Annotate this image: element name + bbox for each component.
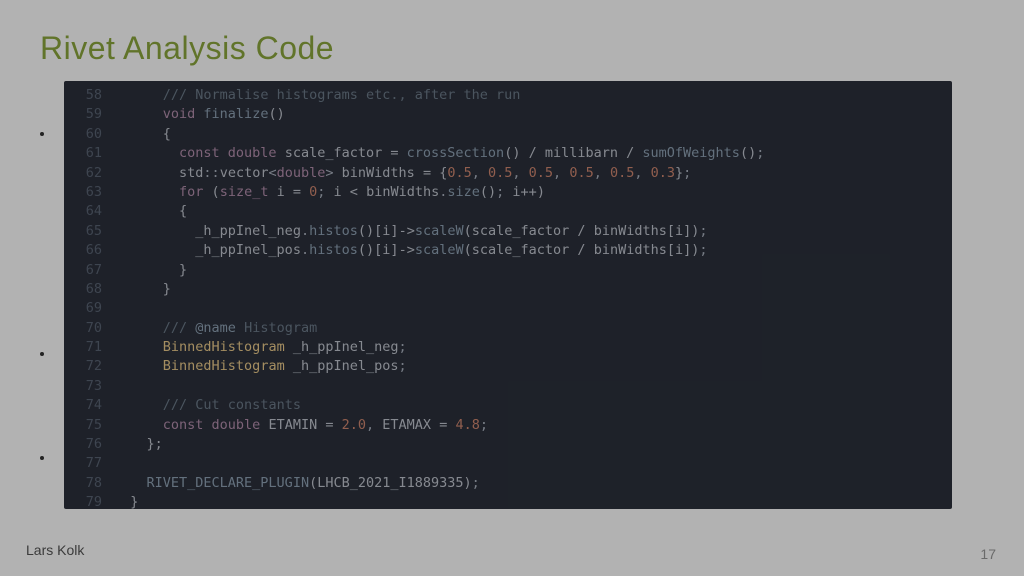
code-line: } xyxy=(114,280,764,299)
code-line: /// @name Histogram xyxy=(114,319,764,338)
code-line: std::vector<double> binWidths = {0.5, 0.… xyxy=(114,164,764,183)
bullet-dot xyxy=(40,132,44,136)
code-block: 5859606162636465666768697071727374757677… xyxy=(64,81,952,509)
footer-page-number: 17 xyxy=(980,546,996,562)
code-line: { xyxy=(114,125,764,144)
line-number: 75 xyxy=(64,416,102,435)
footer-author: Lars Kolk xyxy=(26,542,84,558)
line-number: 70 xyxy=(64,319,102,338)
bullet-dot xyxy=(40,352,44,356)
line-number: 69 xyxy=(64,299,102,318)
line-number: 71 xyxy=(64,338,102,357)
code-line: const double ETAMIN = 2.0, ETAMAX = 4.8; xyxy=(114,416,764,435)
code-line: { xyxy=(114,202,764,221)
code-line: }; xyxy=(114,435,764,454)
code-line: _h_ppInel_neg.histos()[i]->scaleW(scale_… xyxy=(114,222,764,241)
code-line: /// Normalise histograms etc., after the… xyxy=(114,86,764,105)
code-content: /// Normalise histograms etc., after the… xyxy=(110,81,764,509)
line-number: 64 xyxy=(64,202,102,221)
line-number: 62 xyxy=(64,164,102,183)
slide: Rivet Analysis Code 58596061626364656667… xyxy=(0,0,1024,576)
bullet-dot xyxy=(40,456,44,460)
line-number: 66 xyxy=(64,241,102,260)
code-line: const double scale_factor = crossSection… xyxy=(114,144,764,163)
line-number: 73 xyxy=(64,377,102,396)
line-number: 61 xyxy=(64,144,102,163)
slide-title: Rivet Analysis Code xyxy=(40,30,984,67)
code-line xyxy=(114,454,764,473)
code-line xyxy=(114,377,764,396)
line-number: 74 xyxy=(64,396,102,415)
code-line: } xyxy=(114,261,764,280)
code-line: } xyxy=(114,493,764,509)
code-line: void finalize() xyxy=(114,105,764,124)
line-number: 77 xyxy=(64,454,102,473)
code-line: RIVET_DECLARE_PLUGIN(LHCB_2021_I1889335)… xyxy=(114,474,764,493)
line-number: 59 xyxy=(64,105,102,124)
code-line: _h_ppInel_pos.histos()[i]->scaleW(scale_… xyxy=(114,241,764,260)
code-line: BinnedHistogram _h_ppInel_pos; xyxy=(114,357,764,376)
line-number: 60 xyxy=(64,125,102,144)
line-number: 65 xyxy=(64,222,102,241)
line-number: 72 xyxy=(64,357,102,376)
code-line: /// Cut constants xyxy=(114,396,764,415)
code-gutter: 5859606162636465666768697071727374757677… xyxy=(64,81,110,509)
line-number: 68 xyxy=(64,280,102,299)
code-line: BinnedHistogram _h_ppInel_neg; xyxy=(114,338,764,357)
line-number: 63 xyxy=(64,183,102,202)
code-line: for (size_t i = 0; i < binWidths.size();… xyxy=(114,183,764,202)
line-number: 58 xyxy=(64,86,102,105)
line-number: 78 xyxy=(64,474,102,493)
line-number: 76 xyxy=(64,435,102,454)
code-line xyxy=(114,299,764,318)
line-number: 67 xyxy=(64,261,102,280)
line-number: 79 xyxy=(64,493,102,509)
